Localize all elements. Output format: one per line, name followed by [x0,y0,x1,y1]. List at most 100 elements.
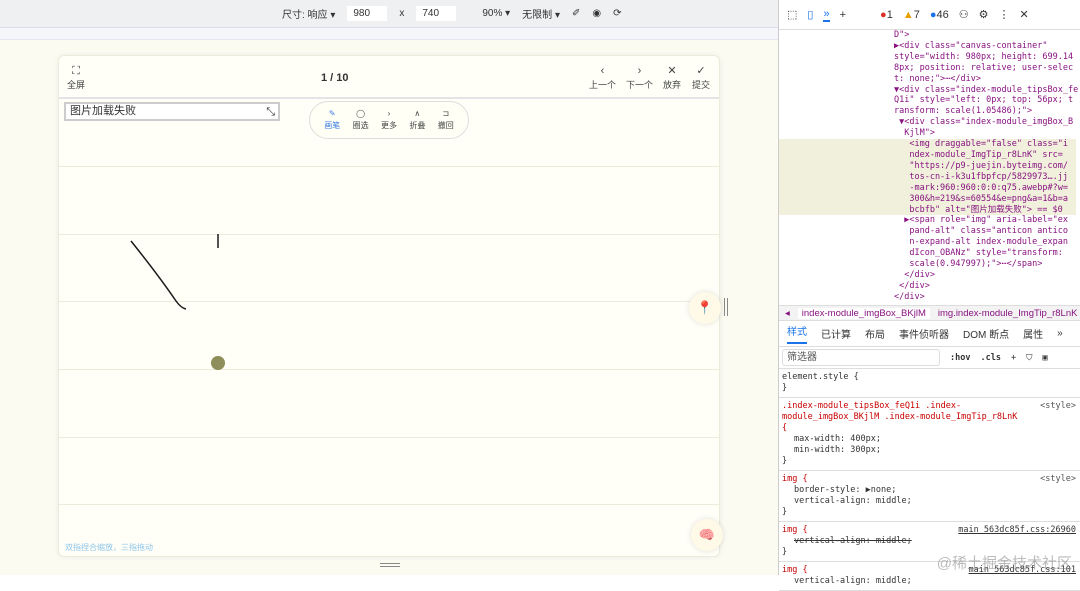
tab-computed[interactable]: 已计算 [821,326,851,341]
eyedropper-icon[interactable]: ✐ [572,8,580,19]
dom-line[interactable]: 8px; position: relative; user-selec [779,63,1076,74]
devtools-panel: ⬚ ▯ » + ●1 ▲7 ●46 ⚇ ⚙ ⋮ ✕ D"> ▶<div clas… [778,0,1080,591]
width-input[interactable]: 980 [347,6,388,21]
size-select[interactable]: 尺寸: 响应 ▾ [282,6,335,21]
breadcrumb-item[interactable]: index-module_imgBox_BKjlM [797,307,930,319]
rule-selector: element.style { [782,372,859,382]
rule-selector: .index-module_tipsBox_feQ1i .index-modul… [782,401,1018,433]
dom-line-selected[interactable]: "https://p9-juejin.byteimg.com/ [779,160,1076,172]
breadcrumb-item[interactable]: img.index-module_ImgTip_r8LnK [938,308,1078,319]
styles-tabs: 样式 已计算 布局 事件侦听器 DOM 断点 属性 » [779,321,1080,347]
dom-line[interactable]: n-expand-alt index-module_expan [779,237,1076,248]
dom-line-selected[interactable]: bcbfb" alt="图片加载失败"> == $0 [779,204,1076,216]
dom-line[interactable]: scale(0.947997);">⋯</span> [779,259,1076,270]
resize-handle-bottom[interactable] [380,563,400,567]
user-icon[interactable]: ⚇ [959,8,969,21]
filter-input[interactable]: 筛选器 [782,349,940,366]
dom-line[interactable]: KjlM"> [779,128,1076,139]
dom-line[interactable]: dIcon_OBANz" style="transform: [779,248,1076,259]
dom-line[interactable]: ▶<div class="canvas-container" [779,41,1076,52]
annotation-card: ⛶ 全屏 1 / 10 ‹ 上一个 › 下一个 ✕ 放弃 ✓ 提交 图片加载失败 ⤡ ✎ 画笔… [58,55,723,558]
dom-line[interactable]: t: none;">⋯</div> [779,74,1076,85]
info-count[interactable]: ●46 [930,9,949,21]
filter-bar: 筛选器 :hov .cls + ⛉ ▣ [779,347,1080,369]
pen-stroke [130,240,187,310]
breadcrumb: ◂ index-module_imgBox_BKjlM img.index-mo… [779,305,1080,321]
viewport: 尺寸: 响应 ▾ 980 x 740 90% ▾ 无限制 ▾ ✐ ◉ ⟳ ⛶ 全屏… [0,0,778,575]
paint-icon[interactable]: ⛉ [1026,353,1032,363]
tab-layout[interactable]: 布局 [865,326,885,341]
devtools-toolbar: ⬚ ▯ » + ●1 ▲7 ●46 ⚇ ⚙ ⋮ ✕ [779,0,1080,30]
style-rule[interactable]: <style> img {border-style: ▶none; vertical… [779,471,1080,522]
dom-line[interactable]: style="width: 980px; height: 699.14 [779,52,1076,63]
dom-line-selected[interactable]: <img draggable="false" class="i [779,139,1076,150]
dom-line[interactable]: ▶<span role="img" aria-label="ex [779,215,1076,226]
pen-dot [211,356,225,370]
cls-button[interactable]: .cls [980,353,1000,363]
tab-dom-breakpoints[interactable]: DOM 断点 [963,326,1009,341]
dom-line-selected[interactable]: 300&h=219&s=60554&e=png&a=1&b=a [779,193,1076,205]
dom-line-selected[interactable]: -mark:960:960:0:0:q75.awebp#?w= [779,182,1076,194]
inspect-icon[interactable]: ⬚ [787,8,797,21]
more-tabs-icon[interactable]: » [823,8,830,22]
rule-source-link[interactable]: main_563dc85f.css:26960 [958,525,1076,536]
warning-count-label: 7 [913,8,920,21]
dom-line[interactable]: </div> [779,292,1076,303]
add-rule-icon[interactable]: + [1011,353,1016,363]
style-rule[interactable]: element.style {} [779,369,1080,398]
times-label: x [399,8,405,19]
device-toolbar: 尺寸: 响应 ▾ 980 x 740 90% ▾ 无限制 ▾ ✐ ◉ ⟳ [0,0,778,28]
ai-button[interactable]: 🧠 [691,519,723,551]
tab-event-listeners[interactable]: 事件侦听器 [899,326,949,341]
error-count-label: 1 [886,8,893,21]
zoom-select[interactable]: 90% ▾ [482,8,510,19]
error-count[interactable]: ●1 [880,9,893,21]
tab-styles[interactable]: 样式 [787,323,807,344]
rule-property[interactable]: vertical-align: middle; [782,496,1077,507]
rule-property[interactable]: min-width: 300px; [782,445,1077,456]
close-icon[interactable]: ✕ [1019,8,1028,21]
throttle-select[interactable]: 无限制 ▾ [522,6,560,21]
drawing-canvas[interactable] [59,56,721,558]
pin-icon: 📍 [696,300,714,315]
dom-line[interactable]: D"> [779,30,1076,41]
dom-line[interactable]: </div> [779,270,1076,281]
height-input[interactable]: 740 [416,6,457,21]
breadcrumb-left-icon[interactable]: ◂ [785,308,790,319]
rule-property[interactable]: border-style: ▶none; [782,485,1077,496]
rule-property[interactable]: vertical-align: middle; [782,576,1077,587]
kebab-icon[interactable]: ⋮ [998,8,1009,21]
rule-selector: img { [782,474,808,484]
warning-count[interactable]: ▲7 [903,9,920,21]
style-rule[interactable]: <style> .index-module_tipsBox_feQ1i .inde… [779,398,1080,471]
dom-line[interactable]: </div> [779,281,1076,292]
tab-properties[interactable]: 属性 [1023,326,1043,341]
dom-line[interactable]: ransform: scale(1.05486);"> [779,106,1076,117]
gear-icon[interactable]: ⚙ [979,8,989,21]
location-button[interactable]: 📍 [689,292,721,324]
rule-source[interactable]: <style> [1040,401,1076,412]
rule-property-overridden[interactable]: vertical-align: middle; [782,536,1077,547]
resize-handle-right[interactable] [724,298,728,316]
dom-line[interactable]: ▼<div class="index-module_tipsBox_fe [779,85,1078,96]
hov-button[interactable]: :hov [950,353,970,363]
dom-line-selected[interactable]: ndex-module_ImgTip_r8LnK" src= [779,149,1076,161]
elements-tree[interactable]: D"> ▶<div class="canvas-container" style… [779,30,1080,305]
add-tab-icon[interactable]: + [840,9,846,21]
device-icon[interactable]: ▯ [807,8,813,21]
dom-line-selected[interactable]: tos-cn-i-k3u1fbpfcp/5829973….jj [779,171,1076,183]
rule-source[interactable]: <style> [1040,474,1076,485]
warning-icon: ▲ [902,8,914,21]
rotate-icon[interactable]: ⟳ [613,8,621,19]
watermark: @稀土掘金技术社区 [936,555,1072,572]
sensor-icon[interactable]: ◉ [592,8,601,19]
sidebar-toggle-icon[interactable]: ▣ [1042,353,1047,363]
dom-line[interactable]: Q1i" style="left: 0px; top: 56px; t [779,95,1076,106]
media-query-ruler [0,28,778,40]
more-tabs-icon[interactable]: » [1057,328,1063,339]
dom-line[interactable]: ▼<div class="index-module_imgBox_B [779,117,1076,128]
dom-line[interactable]: pand-alt" class="anticon antico [779,226,1076,237]
error-icon: ● [880,8,887,21]
gesture-hint: 双指捏合缩放，三指拖动 [65,543,153,552]
rule-property[interactable]: max-width: 400px; [782,434,1077,445]
